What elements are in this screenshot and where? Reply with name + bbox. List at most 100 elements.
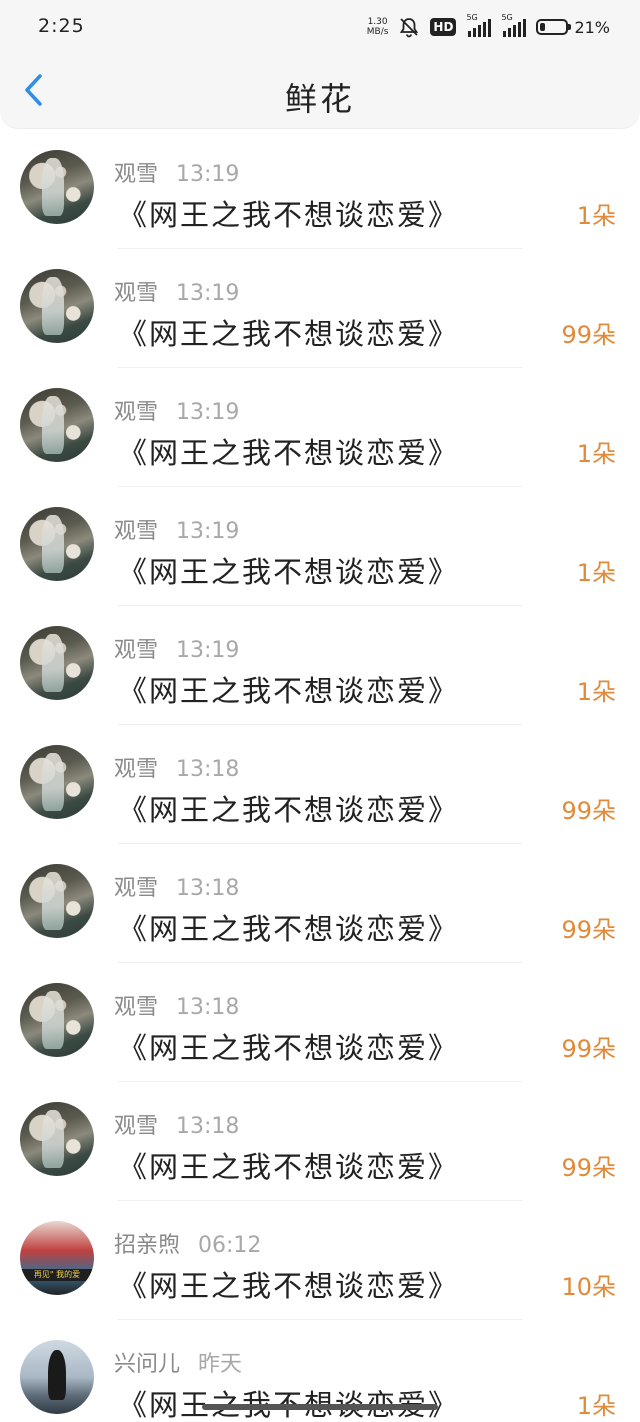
flower-amount: 1朵 (576, 559, 616, 587)
gift-row[interactable]: 观雪 13:18 《网王之我不想谈恋爱》 99朵 (0, 1082, 640, 1201)
book-title: 《网王之我不想谈恋爱》 (118, 912, 460, 946)
mute-bell-icon (400, 18, 419, 38)
battery-fill (540, 23, 546, 31)
screen: 2:25 1.30 MB/s HD 5G 5G 21% 鲜花 观雪 13:19 … (0, 0, 640, 1422)
sender-name[interactable]: 观雪 (114, 995, 158, 1020)
sim1-tag: 5G (466, 13, 478, 22)
avatar-caption: 再见" 我的爱 (20, 1269, 94, 1281)
gift-row[interactable]: 再见" 我的爱 招亲煦 06:12 《网王之我不想谈恋爱》 10朵 (0, 1201, 640, 1320)
signal-bar (523, 19, 527, 37)
flower-amount: 1朵 (576, 1392, 616, 1420)
home-indicator[interactable] (202, 1404, 438, 1410)
gift-time: 13:19 (176, 400, 240, 425)
avatar-figure (42, 991, 64, 1049)
battery: 21% (536, 18, 610, 37)
network-speed: 1.30 MB/s (367, 17, 389, 37)
gift-meta: 观雪 13:19 (114, 275, 239, 307)
avatar[interactable] (20, 745, 94, 819)
hd-badge: HD (430, 18, 457, 36)
gift-meta: 观雪 13:19 (114, 394, 239, 426)
avatar[interactable] (20, 388, 94, 462)
avatar-figure (42, 158, 64, 216)
avatar[interactable]: 再见" 我的爱 (20, 1221, 94, 1295)
status-bar: 2:25 1.30 MB/s HD 5G 5G 21% (0, 0, 640, 52)
avatar[interactable] (20, 150, 94, 224)
gift-list: 观雪 13:19 《网王之我不想谈恋爱》 1朵 观雪 13:19 《网王之我不想谈恋爱》 99… (0, 130, 640, 1422)
gift-time: 13:18 (176, 876, 240, 901)
status-time: 2:25 (38, 15, 85, 37)
sim2-tag: 5G (501, 13, 513, 22)
avatar[interactable] (20, 626, 94, 700)
book-title: 《网王之我不想谈恋爱》 (118, 317, 460, 351)
battery-icon (536, 19, 572, 35)
flower-amount: 99朵 (561, 797, 616, 825)
avatar[interactable] (20, 269, 94, 343)
sim2-signal-icon: 5G (501, 13, 527, 37)
flower-amount: 10朵 (561, 1273, 616, 1301)
avatar[interactable] (20, 507, 94, 581)
gift-row[interactable]: 观雪 13:18 《网王之我不想谈恋爱》 99朵 (0, 963, 640, 1082)
book-title: 《网王之我不想谈恋爱》 (118, 1382, 459, 1422)
book-title: 《网王之我不想谈恋爱》 (118, 198, 460, 232)
gift-row[interactable]: 观雪 13:18 《网王之我不想谈恋爱》 99朵 (0, 725, 640, 844)
signal-bar (508, 28, 512, 37)
sender-name[interactable]: 观雪 (114, 638, 158, 663)
sender-name[interactable]: 观雪 (114, 281, 158, 306)
signal-bar (488, 19, 492, 37)
gift-meta: 观雪 13:18 (114, 870, 239, 902)
sim1-signal-icon: 5G (466, 13, 492, 37)
book-title: 《网王之我不想谈恋爱》 (118, 793, 460, 827)
book-title: 《网王之我不想谈恋爱》 (118, 1269, 460, 1303)
gift-meta: 兴问儿 昨天 (114, 1346, 242, 1378)
gift-row[interactable]: 观雪 13:19 《网王之我不想谈恋爱》 1朵 (0, 487, 640, 606)
gift-time: 13:19 (176, 281, 240, 306)
sender-name[interactable]: 招亲煦 (114, 1233, 180, 1258)
gift-time: 13:18 (176, 995, 240, 1020)
network-speed-unit: MB/s (366, 27, 389, 37)
gift-time: 13:19 (176, 638, 240, 663)
flower-amount: 1朵 (576, 678, 616, 706)
signal-bar (518, 22, 522, 37)
avatar[interactable] (20, 983, 94, 1057)
sender-name[interactable]: 观雪 (114, 757, 158, 782)
battery-text: 21% (574, 17, 610, 37)
sender-name[interactable]: 观雪 (114, 162, 158, 187)
gift-time: 13:19 (176, 519, 240, 544)
page-title: 鲜花 (284, 80, 355, 118)
gift-time: 13:18 (176, 757, 240, 782)
signal-bar (468, 31, 472, 37)
avatar-figure (42, 277, 64, 335)
avatar-figure (42, 396, 64, 454)
gift-time: 昨天 (198, 1352, 243, 1377)
sender-name[interactable]: 观雪 (114, 1114, 158, 1139)
gift-meta: 观雪 13:18 (114, 989, 239, 1021)
book-title: 《网王之我不想谈恋爱》 (118, 1150, 460, 1184)
book-title: 《网王之我不想谈恋爱》 (118, 1031, 460, 1065)
avatar[interactable] (20, 1340, 94, 1414)
gift-meta: 观雪 13:19 (114, 632, 239, 664)
gift-row[interactable]: 观雪 13:19 《网王之我不想谈恋爱》 1朵 (0, 130, 640, 249)
avatar-figure (42, 1110, 64, 1168)
sender-name[interactable]: 观雪 (114, 400, 158, 425)
flower-amount: 99朵 (561, 1035, 616, 1063)
sender-name[interactable]: 观雪 (114, 876, 158, 901)
gift-row[interactable]: 观雪 13:18 《网王之我不想谈恋爱》 99朵 (0, 844, 640, 963)
gift-row[interactable]: 观雪 13:19 《网王之我不想谈恋爱》 1朵 (0, 368, 640, 487)
gift-meta: 观雪 13:19 (114, 156, 239, 188)
avatar[interactable] (20, 1102, 94, 1176)
avatar-figure (48, 1350, 66, 1400)
gift-meta: 观雪 13:18 (114, 751, 239, 783)
header-bar: 鲜花 (0, 52, 640, 129)
signal-bar (483, 22, 487, 37)
gift-meta: 招亲煦 06:12 (114, 1227, 261, 1259)
gift-row[interactable]: 观雪 13:19 《网王之我不想谈恋爱》 99朵 (0, 249, 640, 368)
sender-name[interactable]: 观雪 (114, 519, 158, 544)
avatar-figure (42, 753, 64, 811)
signal-bar (503, 31, 507, 37)
gift-time: 13:18 (176, 1114, 240, 1139)
sender-name[interactable]: 兴问儿 (114, 1352, 180, 1377)
gift-meta: 观雪 13:19 (114, 513, 239, 545)
book-title: 《网王之我不想谈恋爱》 (118, 674, 460, 708)
gift-row[interactable]: 观雪 13:19 《网王之我不想谈恋爱》 1朵 (0, 606, 640, 725)
avatar[interactable] (20, 864, 94, 938)
